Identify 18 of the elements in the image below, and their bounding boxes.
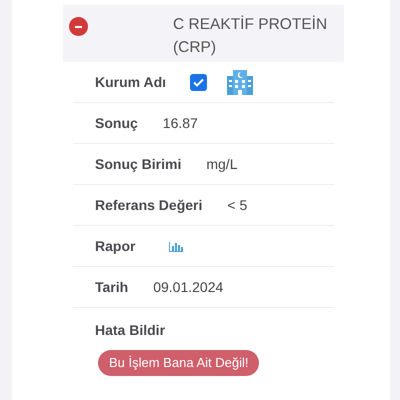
- checkmark-icon: [193, 78, 204, 86]
- collapse-icon[interactable]: [69, 17, 88, 36]
- field-label: Kurum Adı: [95, 72, 166, 92]
- hospital-building-icon: [226, 68, 254, 96]
- field-label: Sonuç: [95, 114, 138, 133]
- checkbox[interactable]: [190, 74, 208, 90]
- field-label: Tarih: [95, 278, 128, 296]
- field-value: < 5: [227, 196, 248, 214]
- field-value: 09.01.2024: [153, 278, 224, 296]
- not-mine-button[interactable]: Bu İşlem Bana Ait Değil!: [98, 350, 260, 376]
- bar-chart-icon[interactable]: [169, 240, 184, 252]
- field-label: Hata Bildir: [95, 321, 166, 340]
- section-title: C REAKTİF PROTEİN (CRP): [173, 14, 328, 58]
- field-value: mg/L: [206, 154, 238, 174]
- field-label: Referans Değeri: [95, 196, 202, 215]
- field-label: Rapor: [95, 236, 136, 256]
- field-value: 16.87: [162, 114, 198, 132]
- field-label: Sonuç Birimi: [95, 154, 182, 174]
